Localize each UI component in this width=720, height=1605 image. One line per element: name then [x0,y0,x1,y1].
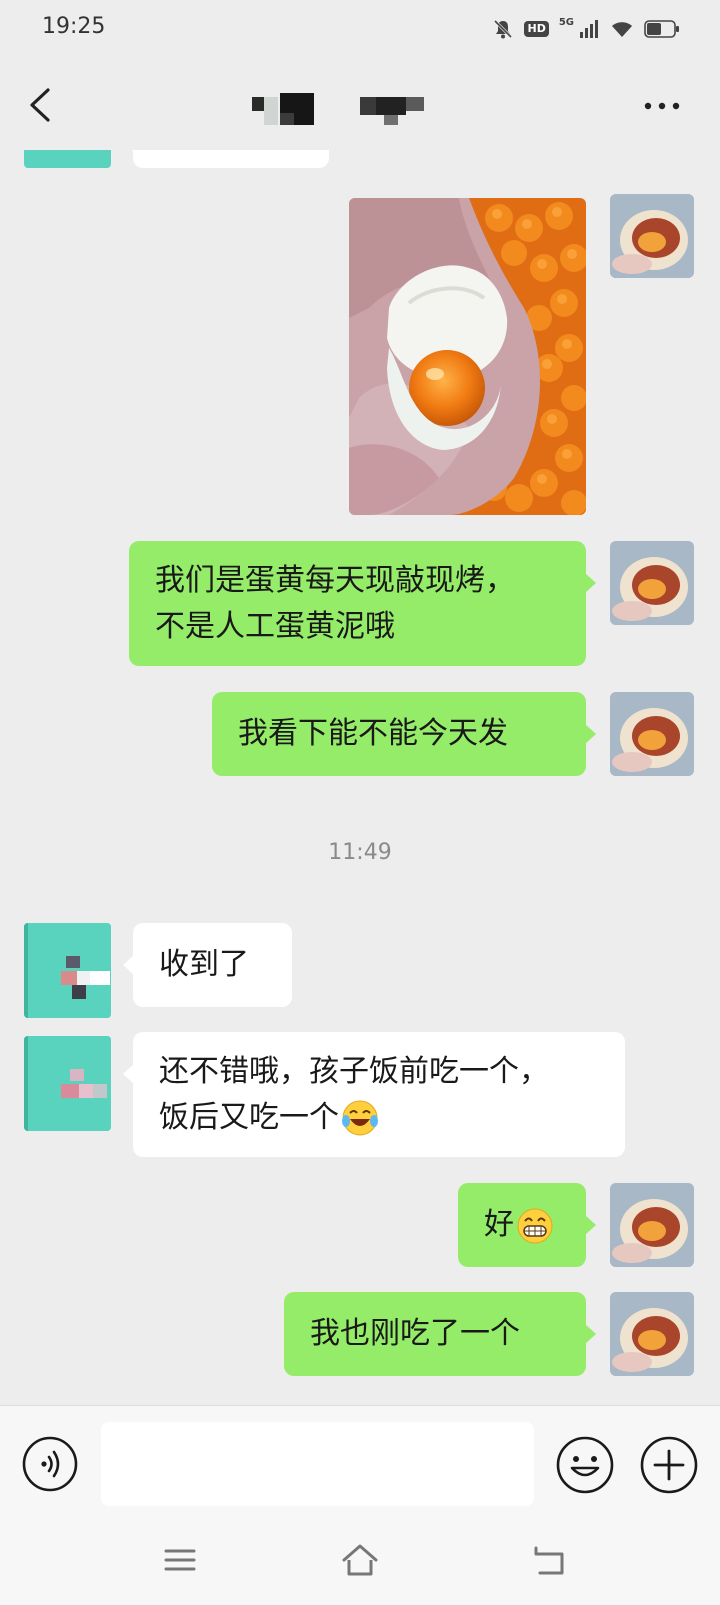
voice-input-button[interactable] [22,1436,78,1492]
status-icons: HD 5G [492,16,680,42]
plus-icon [640,1436,698,1494]
bell-muted-icon [494,19,513,39]
home-icon [342,1544,378,1576]
contact-avatar[interactable] [24,923,111,1018]
message-input-bar [0,1405,720,1518]
message-bubble[interactable]: 我们是蛋黄每天现敲现烤， 不是人工蛋黄泥哦 [129,541,596,666]
more-dots-icon [644,102,680,110]
my-avatar[interactable] [610,1292,694,1376]
egg-tart-avatar [610,194,694,278]
battery-icon [644,20,679,38]
egg-yolk-photo [349,198,586,515]
menu-icon [164,1549,196,1571]
more-options-button[interactable] [642,94,682,118]
egg-tart-avatar [610,1292,694,1376]
message-bubble[interactable]: 好 [458,1183,596,1267]
status-bar: 19:25 HD 5G [0,0,720,58]
message-text-input[interactable] [101,1422,534,1506]
chevron-left-icon [30,88,50,122]
back-nav-button[interactable] [530,1540,570,1580]
recent-apps-button[interactable] [160,1540,200,1580]
contact-name-blurred [252,93,424,125]
egg-tart-avatar [610,541,694,625]
my-avatar[interactable] [610,692,694,776]
message-bubble-partial[interactable] [123,150,329,168]
contact-avatar[interactable] [24,150,111,168]
emoji-button[interactable] [556,1436,614,1494]
my-avatar[interactable] [610,541,694,625]
message-bubble[interactable]: 我也刚吃了一个 [284,1292,596,1376]
message-bubble[interactable]: 我看下能不能今天发 [212,692,596,776]
wifi-icon [612,22,632,37]
pixelated-avatar [24,923,111,1018]
back-icon [534,1546,564,1575]
message-bubble[interactable]: 还不错哦，孩子饭前吃一个， 饭后又吃一个 [123,1032,625,1157]
home-button[interactable] [340,1540,380,1580]
more-actions-button[interactable] [640,1436,698,1494]
message-timestamp: 11:49 [328,840,392,865]
voice-icon [22,1436,78,1492]
message-list[interactable]: 我们是蛋黄每天现敲现烤， 不是人工蛋黄泥哦 我看下能不能今天发 11:49 收到… [0,150,720,1405]
grin-emoji [517,1208,553,1243]
pixelated-avatar [24,1036,111,1131]
message-text: 我看下能不能今天发 [238,716,508,751]
my-avatar[interactable] [610,194,694,278]
message-text: 我也刚吃了一个 [310,1316,520,1351]
message-text: 收到了 [159,947,249,982]
egg-tart-avatar [610,1183,694,1267]
smiley-icon [556,1436,614,1494]
back-button[interactable] [22,80,62,130]
message-text: 还不错哦，孩子饭前吃一个， 饭后又吃一个 [159,1049,549,1141]
chat-header [0,58,720,158]
status-time: 19:25 [42,14,106,39]
system-navigation-bar [0,1518,720,1605]
message-bubble[interactable]: 收到了 [123,923,292,1007]
signal-5g-icon [580,20,598,38]
laugh-cry-emoji [342,1100,378,1136]
image-message[interactable] [349,198,586,515]
message-text: 我们是蛋黄每天现敲现烤， 不是人工蛋黄泥哦 [155,562,515,644]
contact-avatar[interactable] [24,1036,111,1131]
network-type-label: 5G [558,16,574,28]
hd-icon: HD [524,21,549,37]
message-text: 好 [484,1202,554,1248]
egg-tart-avatar [610,692,694,776]
my-avatar[interactable] [610,1183,694,1267]
